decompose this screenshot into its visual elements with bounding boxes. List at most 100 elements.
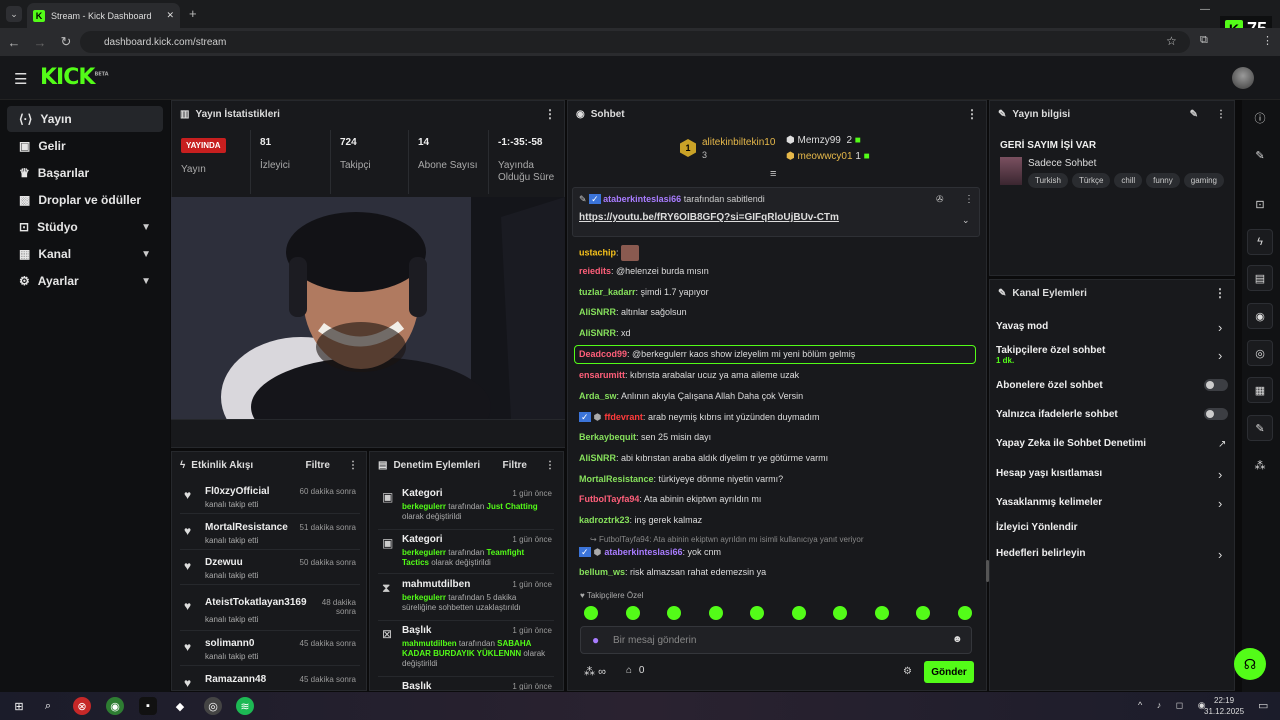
channel-action-ai-moderation[interactable]: Yapay Zeka ile Sohbet Denetimi ↗ xyxy=(996,438,1236,450)
tab-list-button[interactable]: ⌄ xyxy=(6,6,22,22)
chrome-icon[interactable]: ◉ xyxy=(106,697,124,715)
chat-username[interactable]: ffdevrant xyxy=(604,412,643,422)
chat-username[interactable]: ataberkinteslasi66 xyxy=(604,547,682,557)
chat-username[interactable]: FutbolTayfa94 xyxy=(579,494,639,504)
chat-username[interactable]: tuzlar_kadarr xyxy=(579,287,636,297)
emote-button[interactable] xyxy=(957,606,972,620)
more-options-icon[interactable]: ⋮ xyxy=(1216,109,1226,120)
emote-button[interactable] xyxy=(874,606,889,620)
kick-logo[interactable]: KICKBETA xyxy=(40,65,109,90)
chat-input[interactable]: Bir mesaj gönderin xyxy=(580,626,972,654)
emote-only-toggle[interactable] xyxy=(1204,408,1228,420)
send-button[interactable]: Gönder xyxy=(924,661,974,683)
extensions-icon[interactable]: ⧉ xyxy=(1200,34,1208,47)
sidebar-item-gelir[interactable]: ▣ Gelir xyxy=(7,133,163,159)
emote-button[interactable] xyxy=(833,606,847,620)
chat-username[interactable]: Berkaybequit xyxy=(579,432,636,442)
forward-icon[interactable]: → xyxy=(30,35,50,50)
spotify-icon[interactable]: ≋ xyxy=(236,697,254,715)
sidebar-item-yayin[interactable]: ⟨·⟩ Yayın xyxy=(7,106,163,132)
chat-username[interactable]: Deadcod99 xyxy=(579,349,627,359)
channel-action-host[interactable]: İzleyici Yönlendir xyxy=(996,522,1078,533)
more-options-icon[interactable]: ⋮ xyxy=(348,460,358,471)
tag[interactable]: chill xyxy=(1114,173,1143,188)
avatar[interactable] xyxy=(1232,67,1254,89)
mod-filter-button[interactable]: Filtre xyxy=(503,460,527,471)
chat-settings-icon[interactable]: ⚙ xyxy=(903,666,912,677)
emote-button[interactable] xyxy=(625,606,640,620)
url-field[interactable]: dashboard.kick.com/stream xyxy=(80,31,1190,53)
channel-action-slow-mode[interactable]: Yavaş mod › xyxy=(996,320,1236,335)
channel-action-banned-words[interactable]: Yasaklanmış kelimeler › xyxy=(996,496,1236,511)
tag[interactable]: Turkish xyxy=(1028,173,1068,188)
activity-user[interactable]: solimann0 xyxy=(205,638,254,649)
leader-first-name[interactable]: alitekinbiltekin10 xyxy=(702,137,775,148)
chat-username[interactable]: ensarumitt xyxy=(579,370,625,380)
emote-button[interactable] xyxy=(667,606,681,620)
chat-username[interactable]: ustachip xyxy=(579,247,616,257)
chat-username[interactable]: bellum_ws xyxy=(579,567,625,577)
mod-user[interactable]: berkegulerr xyxy=(402,548,446,557)
activity-user[interactable]: Dzewuu xyxy=(205,557,243,568)
info-icon[interactable]: ⓘ xyxy=(1247,105,1273,131)
reply-reference[interactable]: ↪ FutbolTayfa94: Ata abinin ekiptwn ayrı… xyxy=(590,535,864,544)
app-icon[interactable]: ⊗ xyxy=(73,697,91,715)
system-tray-icons[interactable]: ^ ♪ ◻ ◉ xyxy=(1138,700,1212,711)
edit-icon[interactable]: ✎ xyxy=(1247,142,1273,168)
sidebar-item-basarilar[interactable]: ♛ Başarılar xyxy=(7,160,163,186)
activity-user[interactable]: AteistTokatlayan3169 xyxy=(205,597,307,608)
store-count[interactable]: ⌂ 0 xyxy=(626,665,644,676)
close-tab-icon[interactable]: ✕ xyxy=(166,10,174,21)
lightning-icon[interactable]: ϟ xyxy=(1247,229,1273,255)
obs-icon[interactable]: ◎ xyxy=(204,697,222,715)
more-options-icon[interactable]: ⋮ xyxy=(964,194,974,205)
mod-log-icon[interactable]: ▦ xyxy=(1247,377,1273,403)
document-icon[interactable]: ▤ xyxy=(1247,265,1273,291)
more-options-icon[interactable]: ⋮ xyxy=(1214,286,1226,300)
emote-button[interactable] xyxy=(791,606,806,620)
emoji-icon[interactable]: ☻ xyxy=(952,634,963,645)
steam-icon[interactable]: ◆ xyxy=(171,697,189,715)
bookmark-star-icon[interactable]: ☆ xyxy=(1166,34,1177,48)
sidebar-item-droplar[interactable]: ▩ Droplar ve ödüller xyxy=(7,187,163,213)
chat-username[interactable]: AliSNRR xyxy=(579,328,616,338)
browser-menu-icon[interactable]: ⋮ xyxy=(1262,34,1273,47)
channel-points[interactable]: ⁂ ∞ xyxy=(584,665,606,678)
activity-user[interactable]: MortalResistance xyxy=(205,522,288,533)
terminal-icon[interactable]: ▪ xyxy=(139,697,157,715)
sidebar-item-ayarlar[interactable]: ⚙ Ayarlar ▼ xyxy=(7,268,163,294)
clock[interactable]: 22:19 31.12.2025 xyxy=(1204,695,1244,717)
reload-icon[interactable]: ↻ xyxy=(56,34,76,50)
more-options-icon[interactable]: ⋮ xyxy=(966,107,978,121)
edit-icon[interactable]: ✎ xyxy=(1190,109,1198,120)
more-options-icon[interactable]: ⋮ xyxy=(544,107,556,121)
notifications-icon[interactable]: ▭ xyxy=(1258,699,1268,712)
pinned-link[interactable]: https://youtu.be/fRY6OIB8GFQ?si=GIFqRloU… xyxy=(579,212,839,223)
stream-category[interactable]: Sadece Sohbet xyxy=(1028,158,1096,169)
points-icon[interactable]: ⁂ xyxy=(1247,452,1273,478)
emote-button[interactable] xyxy=(584,606,598,620)
chat-username[interactable]: Arda_sw xyxy=(579,391,617,401)
mod-user[interactable]: berkegulerr xyxy=(402,593,446,602)
sidebar-item-kanal[interactable]: ▦ Kanal ▼ xyxy=(7,241,163,267)
tag[interactable]: Türkçe xyxy=(1071,173,1111,188)
capture-icon[interactable]: ⊡ xyxy=(1247,191,1273,217)
pinned-by-user[interactable]: ataberkinteslasi66 xyxy=(603,194,681,204)
minimize-icon[interactable]: — xyxy=(1200,4,1210,15)
channel-action-followers-only[interactable]: Takipçilere özel sohbet 1 dk. › xyxy=(996,345,1236,365)
activity-filter-button[interactable]: Filtre xyxy=(306,460,330,471)
stream-preview[interactable] xyxy=(171,197,565,419)
chat-username[interactable]: reiedits xyxy=(579,266,611,276)
chat-username[interactable]: AliSNRR xyxy=(579,453,616,463)
activity-user[interactable]: Fl0xzyOfficial xyxy=(205,486,269,497)
more-options-icon[interactable]: ⋮ xyxy=(545,460,555,471)
subs-only-toggle[interactable] xyxy=(1204,379,1228,391)
emote-button[interactable] xyxy=(750,606,764,620)
channel-action-account-age[interactable]: Hesap yaşı kısıtlaması › xyxy=(996,467,1236,482)
mod-user[interactable]: berkegulerr xyxy=(402,502,446,511)
mod-user[interactable]: mahmutdilben xyxy=(402,639,457,648)
unpin-icon[interactable]: ✇ xyxy=(936,194,944,205)
expand-icon[interactable]: ⌄ xyxy=(962,215,970,226)
leader-second[interactable]: ⬢ Memzy99 2 ■ xyxy=(786,135,861,146)
support-button[interactable]: ☊ xyxy=(1234,648,1266,680)
